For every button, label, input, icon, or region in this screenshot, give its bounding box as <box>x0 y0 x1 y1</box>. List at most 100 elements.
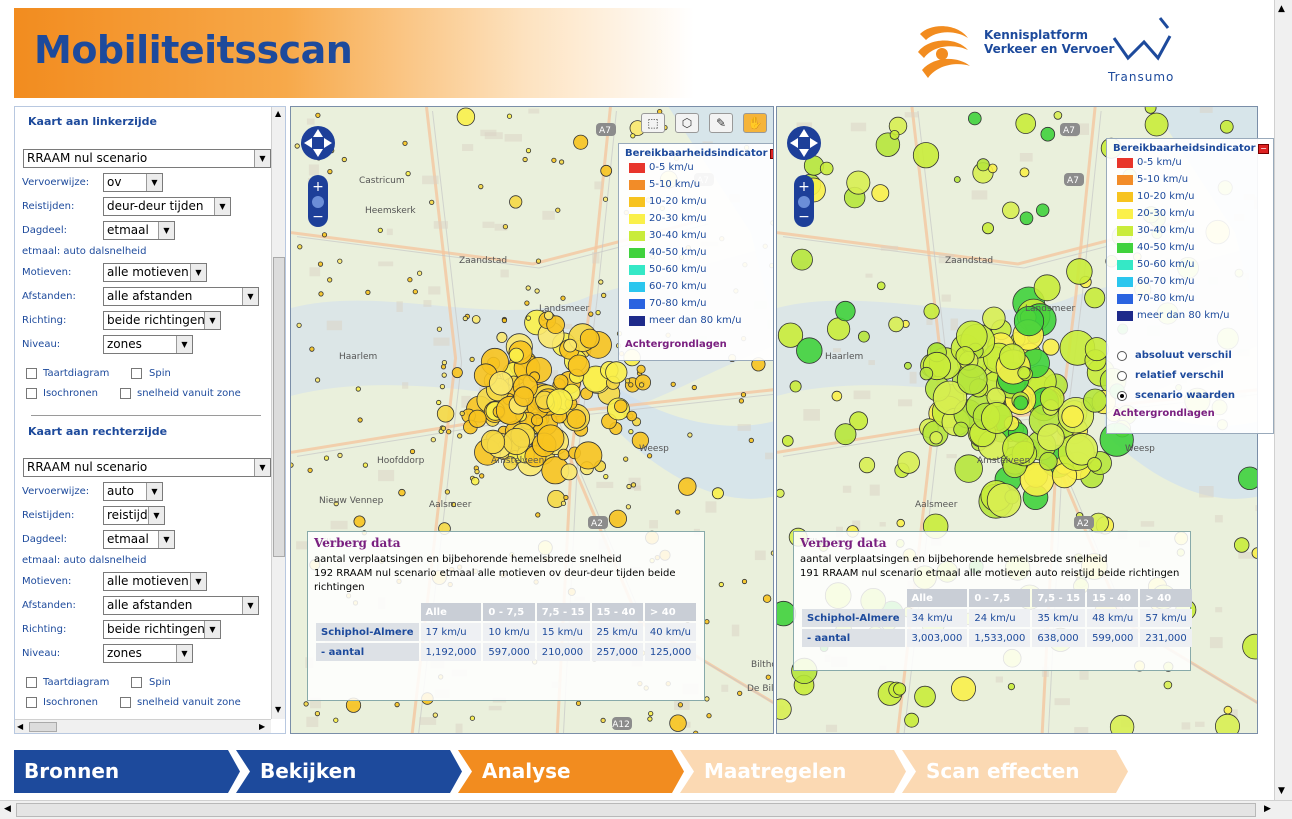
minimize-icon[interactable]: − <box>770 149 773 159</box>
left-niveau-select[interactable]: zones ▼ <box>103 335 193 354</box>
window-vertical-scrollbar[interactable]: ▲ ▼ <box>1274 0 1292 800</box>
radio-button-selected[interactable] <box>1117 391 1127 401</box>
zone-bubble <box>1061 405 1084 428</box>
radio-absoluut-verschil[interactable]: absoluut verschil <box>1113 346 1267 366</box>
left-vervoerwijze-select[interactable]: ov ▼ <box>103 173 163 192</box>
right-afstanden-select[interactable]: alle afstanden ▼ <box>103 596 259 615</box>
left-vervoerwijze-label: Vervoerwijze: <box>22 177 90 188</box>
window-horizontal-scrollbar[interactable]: ◀ ▶ <box>0 800 1292 819</box>
left-afstanden-select[interactable]: alle afstanden ▼ <box>103 287 259 306</box>
zone-bubble <box>711 487 724 500</box>
draw-polygon-tool-button[interactable]: ⬡ <box>675 113 699 133</box>
zone-bubble <box>357 417 363 423</box>
left-richting-select[interactable]: beide richtingen ▼ <box>103 311 221 330</box>
right-dagdeel-select[interactable]: etmaal ▼ <box>103 530 175 549</box>
scroll-left-icon[interactable]: ◀ <box>17 722 23 731</box>
step-maatregelen[interactable]: Maatregelen <box>680 750 914 793</box>
zone-bubble <box>535 512 541 518</box>
left-taartdiagram-checkbox[interactable] <box>26 368 37 379</box>
data-line-1: aantal verplaatsingen en bijbehorende he… <box>314 554 622 565</box>
minimize-icon[interactable]: − <box>1258 144 1269 154</box>
radio-scenario-waarden[interactable]: scenario waarden <box>1113 386 1267 406</box>
scroll-left-icon[interactable]: ◀ <box>4 804 11 814</box>
right-reistijden-select[interactable]: reistijd ▼ <box>103 506 165 525</box>
step-bekijken[interactable]: Bekijken <box>236 750 470 793</box>
left-map[interactable]: A7A7A2A12ZaandstadHaarlemAmstelveenHoofd… <box>290 106 774 734</box>
scroll-down-icon[interactable]: ▼ <box>275 705 281 714</box>
scroll-up-icon[interactable]: ▲ <box>1278 4 1285 14</box>
left-vervoerwijze-value: ov <box>107 175 122 189</box>
scroll-right-icon[interactable]: ▶ <box>259 722 265 731</box>
zone-bubble <box>789 380 802 393</box>
left-motieven-select[interactable]: alle motieven ▼ <box>103 263 207 282</box>
zone-bubble <box>524 300 530 306</box>
app-title: Mobiliteitsscan <box>34 28 353 72</box>
scroll-down-icon[interactable]: ▼ <box>1278 786 1285 796</box>
right-motieven-select[interactable]: alle motieven ▼ <box>103 572 207 591</box>
step-scan-effecten[interactable]: Scan effecten <box>902 750 1136 793</box>
legend-swatch <box>629 197 645 207</box>
legend-item: 30-40 km/u <box>1113 222 1267 239</box>
left-taartdiagram-label: Taartdiagram <box>43 368 110 379</box>
comparison-radio-group: absoluut verschil relatief verschil scen… <box>1113 346 1267 406</box>
map-label: Zaandstad <box>459 256 507 266</box>
radio-relatief-verschil[interactable]: relatief verschil <box>1113 366 1267 386</box>
panel-scroll-thumb[interactable] <box>273 257 285 557</box>
left-isochronen-checkbox[interactable] <box>26 388 37 399</box>
zone-bubble <box>567 354 590 377</box>
right-niveau-select[interactable]: zones ▼ <box>103 644 193 663</box>
radio-button[interactable] <box>1117 371 1127 381</box>
pencil-tool-button[interactable]: ✎ <box>709 113 733 133</box>
legend-title: Bereikbaarheidsindicator <box>1113 143 1256 154</box>
zone-bubble <box>1002 201 1020 220</box>
left-dagdeel-note: etmaal: auto dalsnelheid <box>22 246 147 257</box>
panel-hscroll-thumb[interactable] <box>29 722 57 732</box>
right-isochronen-checkbox[interactable] <box>26 697 37 708</box>
left-niveau-label: Niveau: <box>22 339 61 350</box>
legend-label: 10-20 km/u <box>649 196 707 207</box>
right-vervoerwijze-select[interactable]: auto ▼ <box>103 482 163 501</box>
legend-item: meer dan 80 km/u <box>625 312 773 329</box>
right-taartdiagram-checkbox[interactable] <box>26 677 37 688</box>
radio-button[interactable] <box>1117 351 1127 361</box>
left-spin-checkbox[interactable] <box>131 368 142 379</box>
right-spin-checkbox[interactable] <box>131 677 142 688</box>
zone-bubble <box>478 184 484 190</box>
left-scenario-select[interactable]: RRAAM nul scenario ▼ <box>23 149 271 168</box>
scroll-right-icon[interactable]: ▶ <box>1264 804 1271 814</box>
zone-bubble <box>1037 423 1065 452</box>
zone-bubble <box>355 386 361 392</box>
right-snelheid-checkbox[interactable] <box>120 697 131 708</box>
panel-horizontal-scrollbar[interactable]: ◀ ▶ <box>15 719 271 733</box>
legend-label: 70-80 km/u <box>1137 293 1195 304</box>
value-cell: 597,000 <box>483 643 535 661</box>
zone-bubble <box>675 509 681 515</box>
map-navigation-control[interactable]: + − <box>299 115 337 227</box>
zone-bubble <box>488 371 514 396</box>
zone-bubble <box>353 515 366 528</box>
legend-label: 0-5 km/u <box>649 162 694 173</box>
left-reistijden-select[interactable]: deur-deur tijden ▼ <box>103 197 231 216</box>
right-taartdiagram-label: Taartdiagram <box>43 677 110 688</box>
left-dagdeel-select[interactable]: etmaal ▼ <box>103 221 175 240</box>
zone-bubble <box>638 382 645 388</box>
left-snelheid-checkbox[interactable] <box>120 388 131 399</box>
achtergrondlagen-link[interactable]: Achtergrondlagen <box>1113 408 1267 419</box>
map-block <box>1074 727 1089 733</box>
achtergrondlagen-link[interactable]: Achtergrondlagen <box>625 339 773 350</box>
draw-box-tool-button[interactable]: ⬚ <box>641 113 665 133</box>
verberg-data-link[interactable]: Verberg data <box>800 536 1184 550</box>
map-navigation-control[interactable]: + − <box>785 115 823 227</box>
chevron-down-icon: ▼ <box>148 507 164 524</box>
right-richting-select[interactable]: beide richtingen ▼ <box>103 620 221 639</box>
step-bronnen[interactable]: Bronnen <box>14 750 248 793</box>
zone-bubble <box>919 366 934 381</box>
verberg-data-link[interactable]: Verberg data <box>314 536 698 550</box>
scroll-up-icon[interactable]: ▲ <box>275 109 281 118</box>
right-scenario-select[interactable]: RRAAM nul scenario ▼ <box>23 458 271 477</box>
pan-hand-tool-button[interactable]: ✋ <box>743 113 767 133</box>
panel-vertical-scrollbar[interactable]: ▲ ▼ <box>271 107 285 719</box>
right-niveau-value: zones <box>107 646 142 660</box>
window-hscroll-thumb[interactable] <box>16 803 1256 817</box>
step-analyse[interactable]: Analyse <box>458 750 692 793</box>
